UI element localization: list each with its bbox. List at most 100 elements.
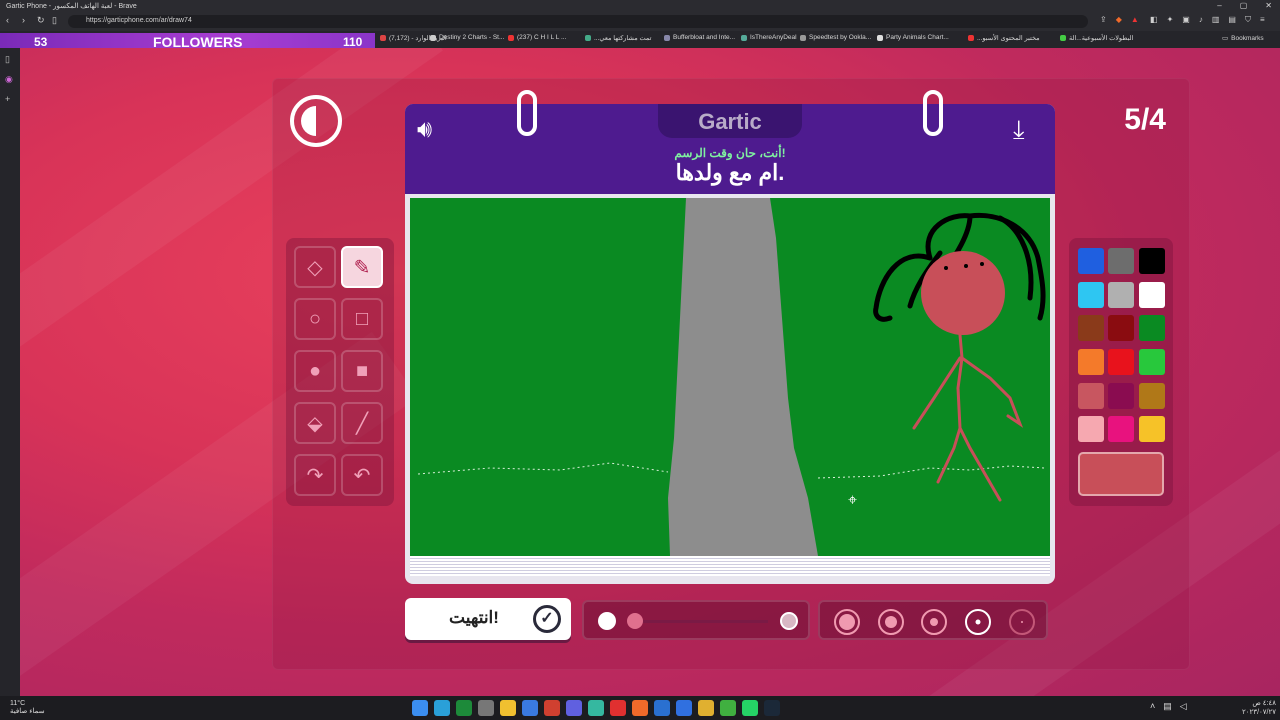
slider-thumb[interactable]	[627, 613, 643, 629]
bookmark-favicon	[380, 35, 386, 41]
binder-ring	[517, 90, 537, 136]
rewards-icon[interactable]: ▲	[1131, 15, 1139, 24]
redo-tool[interactable]: ↷	[294, 454, 336, 496]
bookmark-item[interactable]: ...مختبر المحتوى الأسبو	[968, 34, 1040, 42]
clock[interactable]: ٤:٤٨ ص ٢٠٢٣/٠٧/٢٧	[1238, 699, 1276, 717]
bookmark-item[interactable]: البطولات الأسبوعية...الة	[1060, 34, 1133, 42]
undo-tool[interactable]: ↶	[341, 454, 383, 496]
current-color[interactable]	[1078, 452, 1164, 496]
color-swatch-red[interactable]	[1108, 349, 1134, 375]
app-icon[interactable]	[588, 700, 604, 716]
puzzle-icon[interactable]: ✦	[1167, 15, 1174, 25]
forward-icon[interactable]: ›	[22, 15, 25, 25]
color-swatch-rose[interactable]	[1078, 383, 1104, 409]
app-icon[interactable]	[698, 700, 714, 716]
bookmark-item[interactable]: Destiny 2 Charts - St...	[430, 34, 504, 41]
brush-size-2[interactable]	[878, 609, 904, 635]
eraser-tool[interactable]: ◇	[294, 246, 336, 288]
vscode-icon[interactable]	[676, 700, 692, 716]
bookmark-item[interactable]: ...تمت مشاركتها معي	[585, 34, 651, 42]
reload-icon[interactable]: ↻	[37, 15, 45, 26]
pencil-tool[interactable]: ✎	[341, 246, 383, 288]
weather-widget[interactable]: 11°C سماء صافية	[10, 700, 45, 716]
color-swatch-ochre[interactable]	[1139, 383, 1165, 409]
brave-shields-icon[interactable]: ◆	[1116, 15, 1122, 24]
app-icon[interactable]	[720, 700, 736, 716]
color-swatch-blue[interactable]	[1078, 248, 1104, 274]
brave-icon[interactable]	[632, 700, 648, 716]
line-tool[interactable]: ╱	[341, 402, 383, 444]
color-swatch-maroon[interactable]	[1108, 383, 1134, 409]
tool-panel: ◇ ✎ ○ □ ● ■ ⬙ ╱ ↷ ↶	[286, 238, 394, 506]
chevron-up-icon[interactable]: ˄	[1150, 701, 1155, 712]
menu-icon[interactable]: ≡	[1260, 15, 1265, 25]
extension-icon[interactable]: ◧	[1150, 15, 1158, 25]
app-icon[interactable]	[456, 700, 472, 716]
bookmark-item[interactable]: (237) C H I L L ...	[508, 34, 566, 41]
media-icon[interactable]: ♪	[1199, 15, 1203, 25]
steam-icon[interactable]	[764, 700, 780, 716]
color-swatch-light-green[interactable]	[1139, 349, 1165, 375]
color-swatch-gray[interactable]	[1108, 248, 1134, 274]
ellipse-filled-tool[interactable]: ●	[294, 350, 336, 392]
sidebar-add-icon[interactable]: +	[5, 94, 10, 104]
app-icon[interactable]	[434, 700, 450, 716]
color-swatch-light-blue[interactable]	[1078, 282, 1104, 308]
rectangle-outline-tool[interactable]: □	[341, 298, 383, 340]
brush-size-5[interactable]	[1009, 609, 1035, 635]
ellipse-outline-tool[interactable]: ○	[294, 298, 336, 340]
app-icon[interactable]	[566, 700, 582, 716]
minimize-button[interactable]: –	[1217, 1, 1221, 10]
maximize-button[interactable]: ▢	[1240, 1, 1248, 10]
bookmarks-folder[interactable]: ▭ Bookmarks	[1222, 34, 1264, 43]
vpn-icon[interactable]: ⛉	[1245, 15, 1251, 25]
tabs-icon[interactable]: ▣	[1182, 15, 1190, 25]
share-icon[interactable]: ⇪	[1100, 15, 1107, 24]
color-swatch-brown[interactable]	[1078, 315, 1104, 341]
brush-size-4[interactable]	[965, 609, 991, 635]
app-icon[interactable]	[544, 700, 560, 716]
checkmark-icon: ✓	[533, 605, 561, 633]
sidebar-app-icon[interactable]: ◉	[5, 74, 13, 85]
drawing-canvas[interactable]	[410, 198, 1050, 556]
bookmark-item[interactable]: Speedtest by Ookla...	[800, 34, 871, 41]
network-icon[interactable]: ▤	[1163, 701, 1172, 712]
download-icon[interactable]: ⤓	[1013, 114, 1025, 146]
bookmark-item[interactable]: Party Animals Chart...	[877, 34, 949, 41]
bookmark-item[interactable]: IsThereAnyDeal	[741, 34, 797, 41]
app-icon[interactable]	[522, 700, 538, 716]
brush-size-3[interactable]	[921, 609, 947, 635]
whatsapp-icon[interactable]	[742, 700, 758, 716]
app-icon[interactable]	[478, 700, 494, 716]
opacity-slider[interactable]	[582, 600, 810, 640]
color-swatch-white[interactable]	[1139, 282, 1165, 308]
color-swatch-green[interactable]	[1139, 315, 1165, 341]
address-bar[interactable]: https://garticphone.com/ar/draw74	[68, 15, 1088, 28]
bookmark-page-icon[interactable]: ▯	[52, 15, 57, 26]
start-icon[interactable]	[412, 700, 428, 716]
color-swatch-black[interactable]	[1139, 248, 1165, 274]
rectangle-filled-tool[interactable]: ■	[341, 350, 383, 392]
done-button[interactable]: انتهيت! ✓	[405, 598, 571, 640]
back-icon[interactable]: ‹	[6, 15, 9, 25]
brush-size-1[interactable]	[834, 609, 860, 635]
app-icon[interactable]	[654, 700, 670, 716]
color-swatch-light-gray[interactable]	[1108, 282, 1134, 308]
volume-icon[interactable]: ◁	[1180, 701, 1187, 712]
color-swatch-yellow[interactable]	[1139, 416, 1165, 442]
folder-icon[interactable]	[500, 700, 516, 716]
fill-bucket-tool[interactable]: ⬙	[294, 402, 336, 444]
temperature: 11°C	[10, 700, 26, 707]
wallet-icon[interactable]: ▤	[1228, 15, 1236, 25]
color-swatch-orange[interactable]	[1078, 349, 1104, 375]
sound-icon[interactable]: 🔊︎	[417, 116, 432, 144]
sidebar-panel-icon[interactable]: ▯	[5, 54, 10, 65]
color-swatch-pink[interactable]	[1078, 416, 1104, 442]
bookmark-item[interactable]: Bufferbloat and Inte...	[664, 34, 735, 41]
color-swatch-magenta[interactable]	[1108, 416, 1134, 442]
sidebar-toggle-icon[interactable]: ▥	[1212, 15, 1220, 25]
app-icon[interactable]	[610, 700, 626, 716]
close-button[interactable]: ✕	[1265, 1, 1272, 10]
color-swatch-dark-red[interactable]	[1108, 315, 1134, 341]
bookmark-favicon	[877, 34, 883, 41]
